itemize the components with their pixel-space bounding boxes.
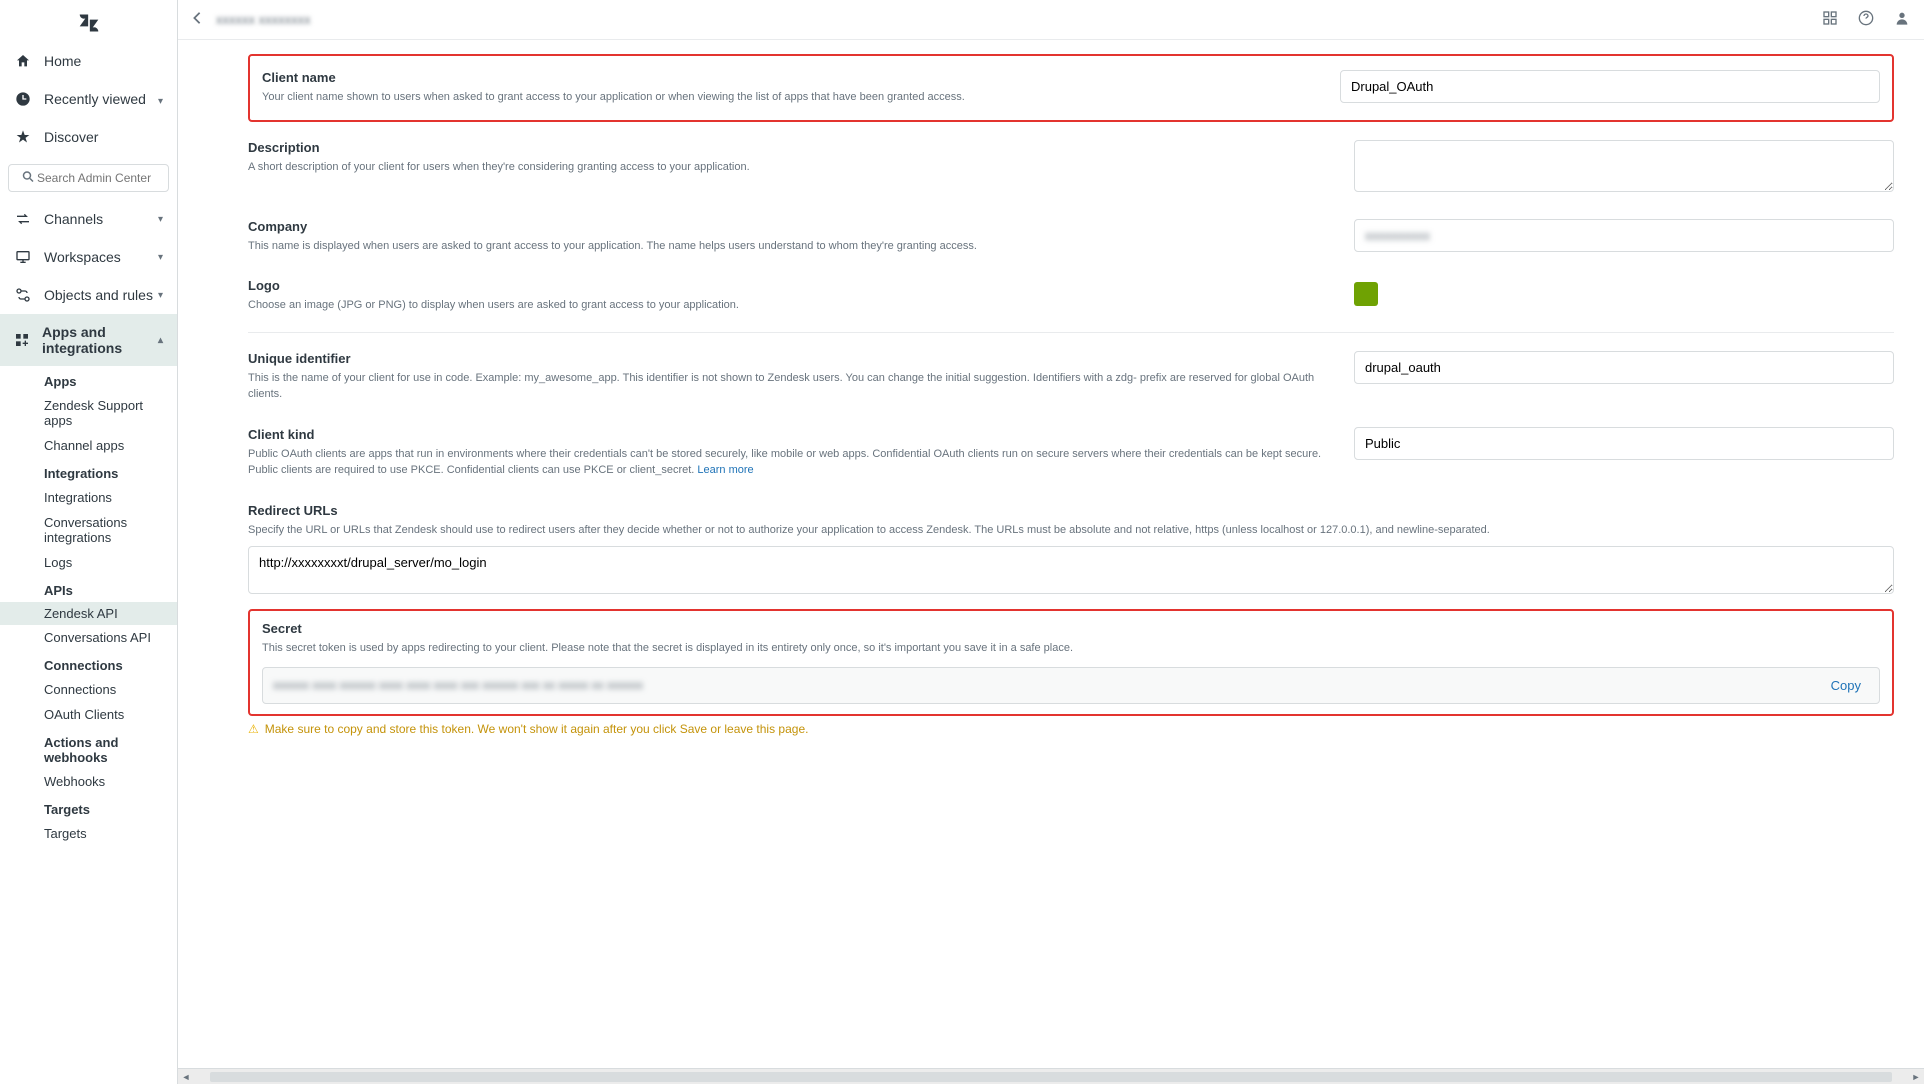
back-button[interactable] (192, 11, 202, 28)
client-kind-label: Client kind (248, 427, 1340, 442)
sidebar-sub-conversations-api[interactable]: Conversations API (0, 625, 177, 650)
description-help: A short description of your client for u… (248, 159, 1340, 176)
logo-label: Logo (248, 278, 1340, 293)
logo-preview[interactable] (1354, 282, 1378, 306)
secret-warning-text: Make sure to copy and store this token. … (265, 722, 809, 736)
sidebar-sub-oauth-clients[interactable]: OAuth Clients (0, 702, 177, 727)
home-icon (14, 52, 32, 70)
sidebar-sub-webhooks[interactable]: Webhooks (0, 769, 177, 794)
secret-help: This secret token is used by apps redire… (262, 640, 1880, 657)
sidebar-section-label: Objects and rules (44, 287, 153, 303)
sidebar-section-label: Workspaces (44, 249, 121, 265)
topbar: xxxxxx xxxxxxxx (178, 0, 1924, 40)
client-name-help: Your client name shown to users when ask… (262, 89, 1326, 106)
grid-icon[interactable] (1822, 10, 1838, 29)
star-icon (14, 128, 32, 146)
secret-field: xxxxxx xxxx xxxxxx xxxx xxxx xxxx xxx xx… (262, 667, 1880, 704)
secret-value: xxxxxx xxxx xxxxxx xxxx xxxx xxxx xxx xx… (273, 678, 1823, 692)
copy-button[interactable]: Copy (1823, 674, 1869, 697)
sidebar-sub-zendesk-api[interactable]: Zendesk API (0, 602, 177, 625)
sidebar-section-label: Apps and integrations (42, 324, 158, 356)
sidebar-discover[interactable]: Discover (0, 118, 177, 156)
sidebar-nav-scroll: Channels Workspaces Objects and rules Ap… (0, 200, 177, 1084)
client-kind-help: Public OAuth clients are apps that run i… (248, 446, 1340, 479)
chevron-down-icon (158, 214, 163, 225)
sidebar-sub-integrations[interactable]: Integrations (0, 485, 177, 510)
chevron-up-icon (158, 335, 163, 346)
unique-identifier-label: Unique identifier (248, 351, 1340, 366)
sidebar-search (8, 164, 169, 192)
monitor-icon (14, 248, 32, 266)
company-label: Company (248, 219, 1340, 234)
arrows-icon (14, 210, 32, 228)
sidebar-sub-channel-apps[interactable]: Channel apps (0, 433, 177, 458)
description-input[interactable] (1354, 140, 1894, 192)
secret-highlight: Secret This secret token is used by apps… (248, 609, 1894, 716)
sidebar-sub-targets[interactable]: Targets (0, 821, 177, 846)
sidebar-subheading-connections: Connections (0, 650, 177, 677)
logo-help: Choose an image (JPG or PNG) to display … (248, 297, 1340, 314)
redirect-urls-input[interactable]: http://xxxxxxxxt/drupal_server/mo_login (248, 546, 1894, 594)
chevron-down-icon (158, 91, 163, 107)
sidebar-subheading-apps: Apps (0, 366, 177, 393)
sidebar-section-channels[interactable]: Channels (0, 200, 177, 238)
search-icon (22, 171, 34, 186)
sidebar-item-label: Home (44, 53, 81, 69)
chevron-down-icon (158, 290, 163, 301)
breadcrumb: xxxxxx xxxxxxxx (216, 12, 311, 27)
client-name-highlight: Client name Your client name shown to us… (248, 54, 1894, 122)
sidebar-sub-zendesk-support-apps[interactable]: Zendesk Support apps (0, 393, 177, 433)
sidebar-sub-conv-integrations[interactable]: Conversations integrations (0, 510, 177, 550)
sidebar-subheading-targets: Targets (0, 794, 177, 821)
scroll-right-arrow[interactable]: ► (1908, 1072, 1924, 1082)
sidebar-item-label: Discover (44, 129, 98, 145)
divider (248, 332, 1894, 333)
sidebar-subheading-apis: APIs (0, 575, 177, 602)
scroll-track[interactable] (210, 1072, 1892, 1082)
sidebar-recently-viewed[interactable]: Recently viewed (0, 80, 177, 118)
sidebar-sub-connections[interactable]: Connections (0, 677, 177, 702)
user-icon[interactable] (1894, 10, 1910, 29)
sidebar-item-label: Recently viewed (44, 91, 146, 107)
company-help: This name is displayed when users are as… (248, 238, 1340, 255)
unique-identifier-input[interactable] (1354, 351, 1894, 384)
help-icon[interactable] (1858, 10, 1874, 29)
chevron-down-icon (158, 252, 163, 263)
scroll-left-arrow[interactable]: ◄ (178, 1072, 194, 1082)
sidebar: Home Recently viewed Discover Channels (0, 0, 178, 1084)
sidebar-section-label: Channels (44, 211, 103, 227)
learn-more-link[interactable]: Learn more (697, 464, 753, 476)
client-kind-input[interactable] (1354, 427, 1894, 460)
sidebar-section-apps-integrations[interactable]: Apps and integrations (0, 314, 177, 366)
objects-icon (14, 286, 32, 304)
warning-icon: ⚠ (248, 722, 259, 736)
sidebar-home[interactable]: Home (0, 42, 177, 80)
redirect-urls-help: Specify the URL or URLs that Zendesk sho… (248, 522, 1894, 539)
sidebar-section-objects[interactable]: Objects and rules (0, 276, 177, 314)
zendesk-logo[interactable] (0, 0, 177, 42)
secret-warning: ⚠ Make sure to copy and store this token… (248, 722, 1894, 736)
sidebar-section-workspaces[interactable]: Workspaces (0, 238, 177, 276)
sidebar-subheading-integrations: Integrations (0, 458, 177, 485)
horizontal-scrollbar[interactable]: ◄ ► (178, 1068, 1924, 1084)
redirect-urls-label: Redirect URLs (248, 503, 1894, 518)
secret-label: Secret (262, 621, 1880, 636)
clock-icon (14, 90, 32, 108)
sidebar-subheading-actions: Actions and webhooks (0, 727, 177, 769)
client-name-label: Client name (262, 70, 1326, 85)
sidebar-sub-logs[interactable]: Logs (0, 550, 177, 575)
company-input[interactable]: xxxxxxxxxx (1354, 219, 1894, 252)
client-name-input[interactable] (1340, 70, 1880, 103)
unique-identifier-help: This is the name of your client for use … (248, 370, 1340, 403)
apps-icon (14, 331, 30, 349)
form-content: Client name Your client name shown to us… (178, 40, 1924, 1068)
description-label: Description (248, 140, 1340, 155)
